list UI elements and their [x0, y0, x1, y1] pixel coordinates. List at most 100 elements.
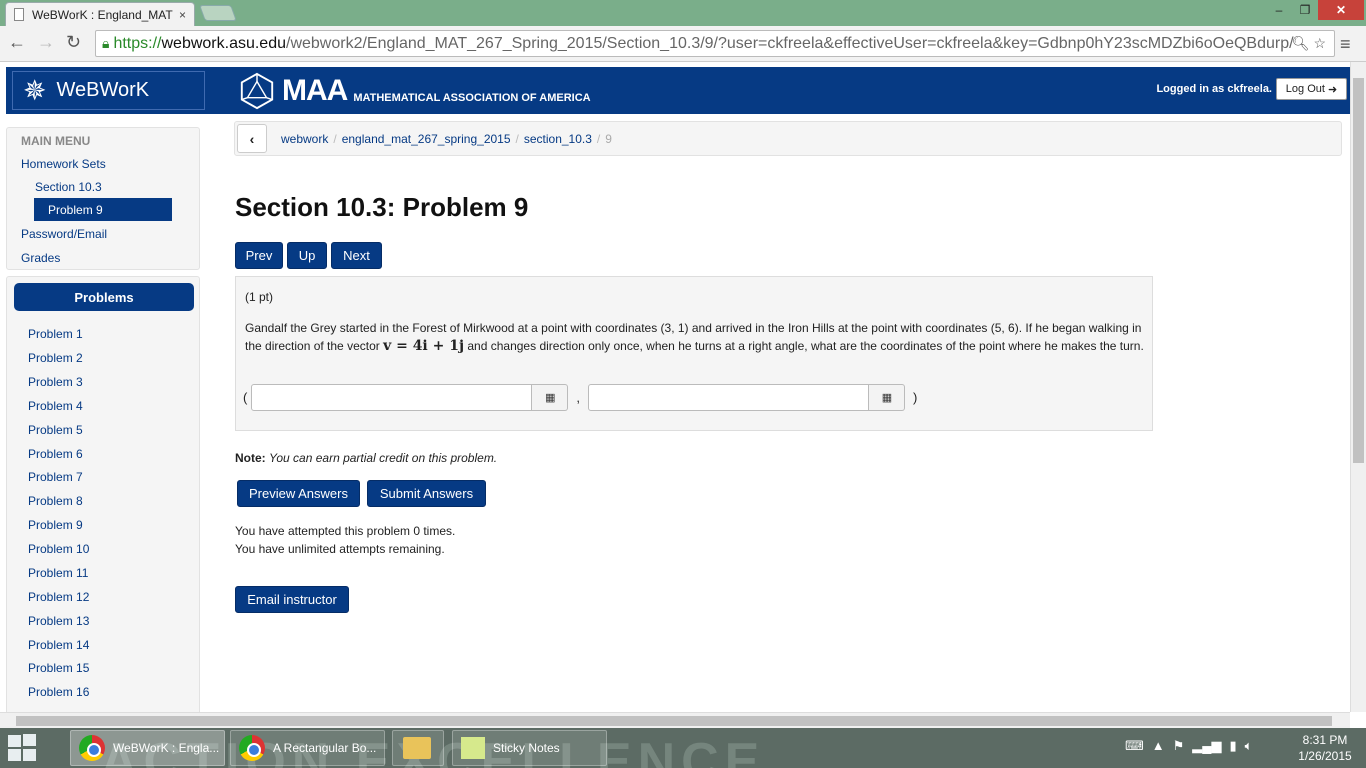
taskbar-item[interactable]: WeBWorK : Engla...: [70, 730, 225, 766]
folder-icon: [403, 737, 431, 759]
scroll-thumb[interactable]: [1353, 78, 1364, 463]
login-status: Logged in as ckfreela.: [1156, 83, 1272, 95]
section-link[interactable]: Section 10.3: [35, 180, 102, 194]
scroll-thumb[interactable]: [16, 716, 1332, 726]
main-menu: MAIN MENU Homework Sets Section 10.3 Pro…: [6, 127, 200, 270]
browser-tab-strip: WeBWorK : England_MAT × – ❐ ✕: [0, 0, 1366, 26]
browser-tab[interactable]: WeBWorK : England_MAT ×: [5, 2, 195, 26]
answer-actions: Preview Answers Submit Answers: [237, 480, 486, 507]
vertical-scrollbar[interactable]: [1350, 62, 1366, 712]
horizontal-scrollbar[interactable]: [0, 712, 1350, 728]
problem-link[interactable]: Problem 6: [28, 447, 83, 461]
battery-icon[interactable]: ▮: [1230, 738, 1237, 754]
volume-icon[interactable]: 🔈︎: [1245, 738, 1253, 754]
problem-vector-math: v = 4i + 1j: [383, 338, 465, 354]
flag-icon[interactable]: ⚑: [1173, 738, 1185, 754]
note-label: Note:: [235, 451, 266, 465]
window-close-button[interactable]: ✕: [1318, 0, 1364, 20]
answer-y-input[interactable]: [587, 383, 869, 411]
problem-link[interactable]: Problem 7: [28, 470, 83, 484]
address-bar[interactable]: 🔒︎ https:// webwork.asu.edu /webwork2/En…: [95, 30, 1335, 57]
submit-answers-button[interactable]: Submit Answers: [367, 480, 486, 507]
prev-button[interactable]: Prev: [235, 242, 283, 269]
breadcrumb-webwork[interactable]: webwork: [281, 132, 328, 146]
answer-row: ( ▦ , ▦ ): [243, 383, 917, 411]
file-explorer-button[interactable]: [392, 730, 444, 766]
preview-answers-button[interactable]: Preview Answers: [237, 480, 360, 507]
problem-link[interactable]: Problem 4: [28, 399, 83, 413]
note-text: You can earn partial credit on this prob…: [269, 451, 498, 465]
maa-subtitle: MATHEMATICAL ASSOCIATION OF AMERICA: [353, 92, 591, 104]
maximize-button[interactable]: ❐: [1292, 0, 1318, 20]
problem-link[interactable]: Problem 9: [28, 518, 83, 532]
breadcrumb-back-button[interactable]: ‹: [237, 124, 267, 153]
tray-expand-icon[interactable]: ▲: [1152, 738, 1165, 754]
problem-link[interactable]: Problem 11: [28, 566, 88, 580]
homework-sets-link[interactable]: Homework Sets: [21, 157, 106, 171]
grades-link[interactable]: Grades: [21, 251, 60, 265]
maa-logo[interactable]: MAA MATHEMATICAL ASSOCIATION OF AMERICA: [238, 71, 591, 111]
maa-title: MAA: [282, 74, 348, 107]
start-button-icon[interactable]: [8, 734, 38, 762]
browser-toolbar: ← → ↻ 🔒︎ https:// webwork.asu.edu /webwo…: [0, 26, 1366, 62]
attempts-remaining: You have unlimited attempts remaining.: [235, 542, 445, 556]
password-email-link[interactable]: Password/Email: [21, 227, 107, 241]
url-path: /webwork2/England_MAT_267_Spring_2015/Se…: [286, 34, 1294, 52]
logout-button[interactable]: Log Out ➜: [1276, 78, 1347, 100]
reload-icon[interactable]: ↻: [66, 32, 81, 53]
clock[interactable]: 8:31 PM 1/26/2015: [1290, 732, 1360, 764]
problem-link[interactable]: Problem 16: [28, 685, 89, 699]
problem-link[interactable]: Problem 8: [28, 494, 83, 508]
answer-x-input[interactable]: [251, 383, 533, 411]
problems-panel: Problems Problem 1 Problem 2 Problem 3 P…: [6, 276, 200, 716]
taskbar-item-label: WeBWorK : Engla...: [113, 741, 220, 755]
problem-link[interactable]: Problem 14: [28, 638, 89, 652]
clock-date: 1/26/2015: [1298, 749, 1352, 763]
forward-arrow-icon[interactable]: →: [37, 32, 55, 53]
webwork-logo-text: WeBWorK: [56, 79, 150, 101]
problem-points: (1 pt): [245, 290, 274, 304]
problem-link[interactable]: Problem 10: [28, 542, 89, 556]
up-button[interactable]: Up: [287, 242, 327, 269]
url-scheme: https://: [113, 34, 162, 52]
next-button[interactable]: Next: [331, 242, 382, 269]
back-arrow-icon[interactable]: ←: [8, 32, 26, 53]
equation-editor-icon[interactable]: ▦: [868, 383, 905, 411]
page-title: Section 10.3: Problem 9: [235, 192, 529, 222]
problem-body: (1 pt) Gandalf the Grey started in the F…: [235, 276, 1153, 431]
network-icon[interactable]: ▂▄▆: [1192, 738, 1221, 754]
webwork-header: ✵ WeBWorK MAA MATHEMATICAL ASSOCIATION O…: [6, 67, 1350, 114]
problem-link[interactable]: Problem 2: [28, 351, 83, 365]
problem-link[interactable]: Problem 3: [28, 375, 83, 389]
problem-link[interactable]: Problem 1: [28, 327, 83, 341]
problem-link[interactable]: Problem 5: [28, 423, 83, 437]
breadcrumb-separator: /: [596, 132, 601, 146]
menu-icon[interactable]: ≡: [1340, 34, 1351, 55]
breadcrumb-separator: /: [333, 132, 337, 146]
tab-close-icon[interactable]: ×: [179, 8, 186, 22]
taskbar-item[interactable]: A Rectangular Bo...: [230, 730, 385, 766]
tab-title: WeBWorK : England_MAT: [32, 7, 173, 22]
attempts-info: You have attempted this problem 0 times.…: [235, 522, 455, 558]
taskbar-item[interactable]: Sticky Notes: [452, 730, 607, 766]
problem-nav: Prev Up Next: [235, 242, 382, 269]
minimize-button[interactable]: –: [1266, 0, 1292, 20]
problem-link[interactable]: Problem 15: [28, 661, 89, 675]
attempts-count: You have attempted this problem 0 times.: [235, 524, 456, 538]
keyboard-icon[interactable]: ⌨: [1125, 738, 1144, 754]
webwork-logo[interactable]: ✵ WeBWorK: [12, 71, 205, 110]
breadcrumb-course[interactable]: england_mat_267_spring_2015: [342, 132, 511, 146]
problem-link[interactable]: Problem 12: [28, 590, 89, 604]
url-host: webwork.asu.edu: [161, 34, 286, 52]
zoom-star-icons[interactable]: 🔍︎ ☆: [1292, 35, 1326, 52]
breadcrumb-set[interactable]: section_10.3: [524, 132, 592, 146]
breadcrumb: ‹ webwork / england_mat_267_spring_2015 / se…: [234, 121, 1342, 156]
active-problem-link[interactable]: Problem 9: [34, 198, 172, 221]
taskbar: ACTION EXCELLENCE WeBWorK : Engla... A R…: [0, 728, 1366, 768]
email-instructor-button[interactable]: Email instructor: [235, 586, 349, 613]
problem-text: Gandalf the Grey started in the Forest o…: [245, 319, 1145, 355]
new-tab-button[interactable]: [199, 5, 237, 21]
equation-editor-icon[interactable]: ▦: [532, 383, 569, 411]
webwork-star-icon: ✵: [23, 75, 47, 106]
problem-link[interactable]: Problem 13: [28, 614, 89, 628]
